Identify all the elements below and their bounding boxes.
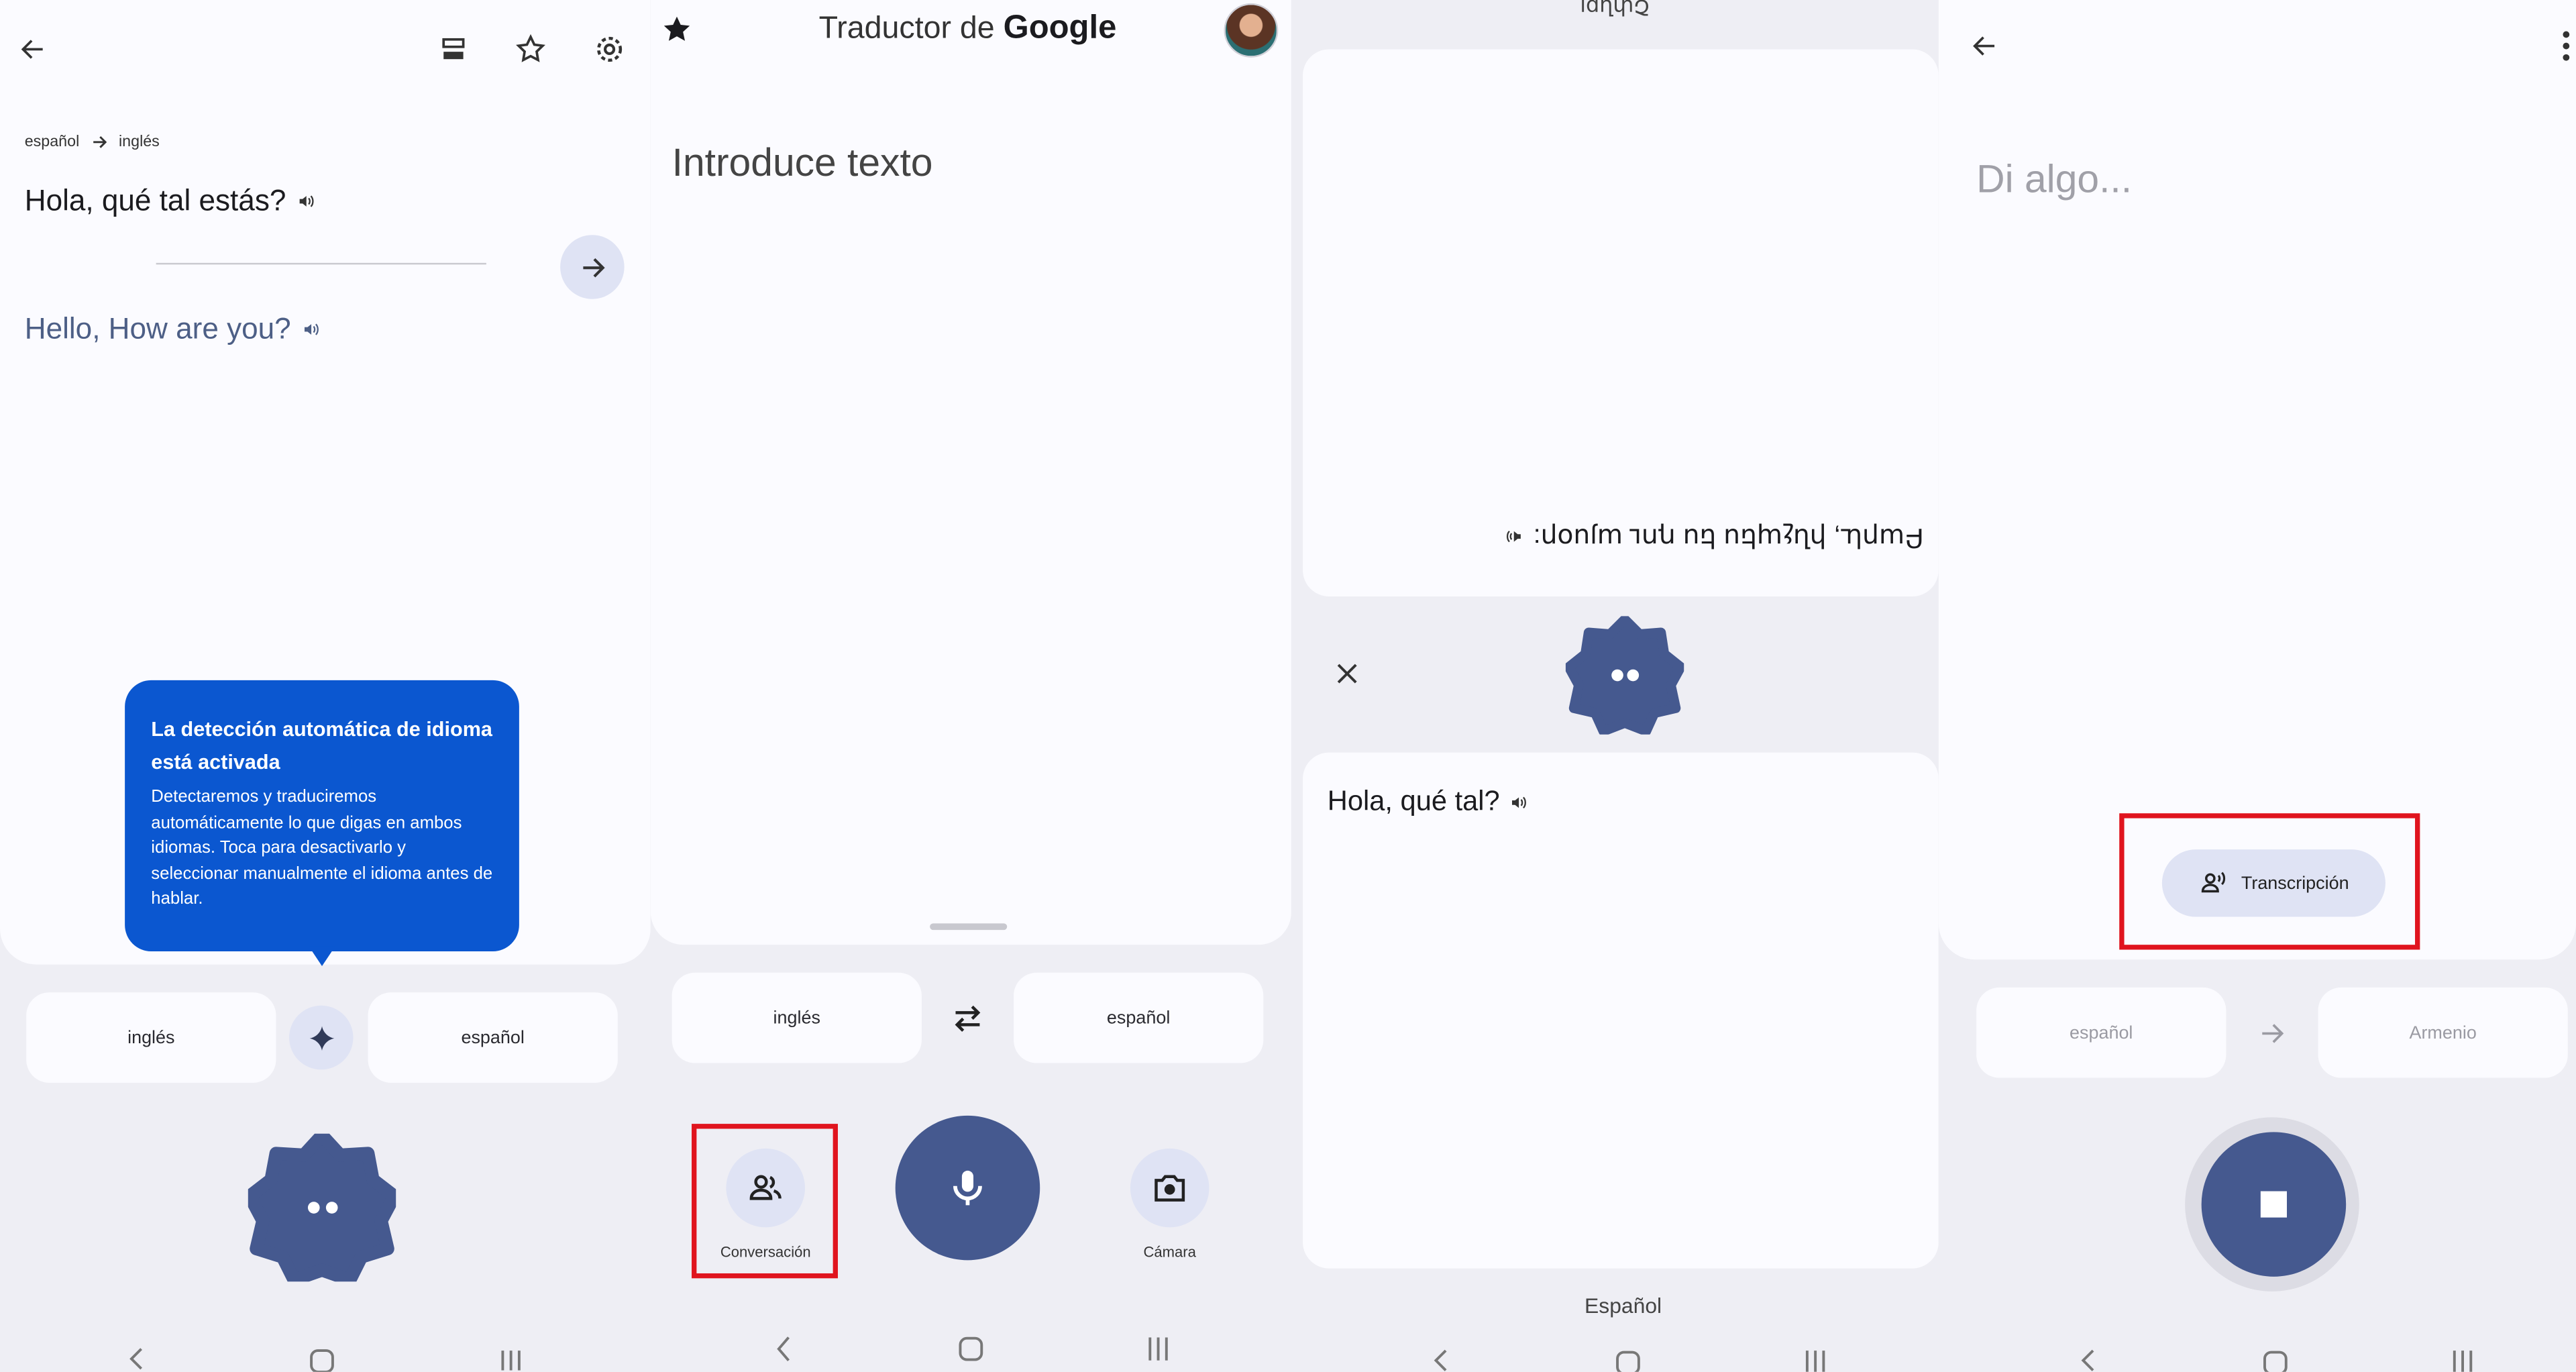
stop-button[interactable] [2201,1132,2347,1277]
listening-blob-button[interactable] [248,1133,396,1282]
system-navbar [1939,1329,2576,1372]
settings-gear-icon[interactable] [590,30,629,69]
lang-chip-left[interactable]: inglés [672,972,922,1063]
microphone-icon [953,1170,982,1206]
translated-text-row: Hello, How are you? [25,312,321,346]
app-title: Traductor de Google [651,10,1285,48]
source-text-row: Hola, qué tal estás? [25,184,316,218]
nav-back-icon[interactable] [121,1346,151,1372]
nav-home-icon[interactable] [2261,1349,2290,1372]
star-icon[interactable] [511,30,551,69]
back-arrow-icon[interactable] [1965,26,2004,66]
breadcrumb-from: español [24,132,80,151]
panel-auto-detect: español inglés Hola, qué tal estás? Hell… [0,0,651,1372]
swap-icon[interactable] [948,999,987,1039]
speaker-icon[interactable] [301,319,320,339]
nav-home-icon[interactable] [956,1336,985,1362]
panel-transcription: Di algo... Transcripción español Armenio [1938,0,2576,1372]
arrow-right-icon [582,257,604,277]
camera-label: Cámara [1143,1243,1196,1261]
app-title-brand: Google [1003,9,1117,46]
nav-back-icon[interactable] [769,1336,798,1362]
lang-chip-right[interactable]: español [368,992,618,1083]
language-breadcrumb: español inglés [25,131,160,151]
arrow-right-icon [2253,1014,2292,1053]
nav-recents-icon[interactable] [496,1346,526,1372]
stop-icon [2260,1191,2288,1218]
text-input[interactable]: Introduce texto [672,142,933,188]
sparkle-icon[interactable] [289,1005,354,1070]
nav-home-icon[interactable] [1613,1349,1643,1372]
speaker-icon[interactable] [296,191,315,211]
close-icon[interactable] [1328,654,1367,694]
nav-back-icon[interactable] [2074,1349,2103,1372]
system-navbar [1291,1329,1939,1372]
armenian-text-row: Բարև, ինչպես ես դու այսօր: [1481,521,1924,553]
spanish-text-row: Hola, qué tal? [1328,786,1529,819]
highlight-conversation [692,1124,838,1279]
camera-icon [1155,1175,1185,1202]
nav-back-icon[interactable] [1426,1349,1456,1372]
back-arrow-icon[interactable] [13,30,53,69]
bottom-translation-card [1303,752,1939,1269]
top-language-label: Շփնքլ [1580,0,1650,20]
spanish-text: Hola, qué tal? [1327,785,1500,817]
top-translation-card [1303,49,1939,596]
armenian-text: Բարև, ինչպես ես դու այսօր: [1533,522,1924,551]
speaker-icon[interactable] [1509,792,1529,811]
arrow-right-icon [89,131,109,151]
transcription-placeholder: Di algo... [1976,158,2133,203]
speaker-icon[interactable] [1504,527,1523,547]
translated-text: Hello, How are you? [24,312,291,346]
lang-chip-left[interactable]: inglés [26,992,276,1083]
translate-go-button[interactable] [560,235,625,299]
system-navbar [0,1329,651,1372]
auto-detect-tooltip[interactable]: La detección automática de idioma está a… [125,680,519,951]
highlight-transcription [2119,813,2420,950]
tooltip-body: Detectaremos y traduciremos automáticame… [151,787,493,909]
lang-chip-right[interactable]: Armenio [2318,987,2568,1078]
listening-blob-button[interactable] [1565,616,1684,735]
tooltip-pointer [309,946,335,967]
bottom-language-label[interactable]: Español [1291,1293,1939,1318]
source-text: Hola, qué tal estás? [24,184,286,217]
nav-recents-icon[interactable] [2448,1349,2477,1372]
avatar[interactable] [1224,3,1279,58]
lang-chip-right[interactable]: español [1014,972,1264,1063]
panel-translator-home: Traductor de Google Introduce texto ingl… [650,0,1291,1372]
nav-home-icon[interactable] [307,1346,337,1372]
panel-conversation: Շփնքլ Բարև, ինչպես ես դու այսօր: Hola, q… [1291,0,1939,1372]
drag-handle[interactable] [930,923,1008,931]
nav-recents-icon[interactable] [1801,1349,1830,1372]
lang-chip-left[interactable]: español [1976,987,2226,1078]
divider [156,262,486,265]
breadcrumb-to: inglés [119,132,160,151]
camera-button[interactable] [1130,1148,1210,1228]
nav-recents-icon[interactable] [1144,1336,1173,1362]
more-vert-icon[interactable] [2557,26,2576,66]
tooltip-title: La detección automática de idioma está a… [151,718,492,774]
app-title-prefix: Traductor de [818,11,995,46]
system-navbar [651,1329,1291,1372]
history-icon[interactable] [434,30,474,69]
microphone-button[interactable] [895,1115,1040,1261]
